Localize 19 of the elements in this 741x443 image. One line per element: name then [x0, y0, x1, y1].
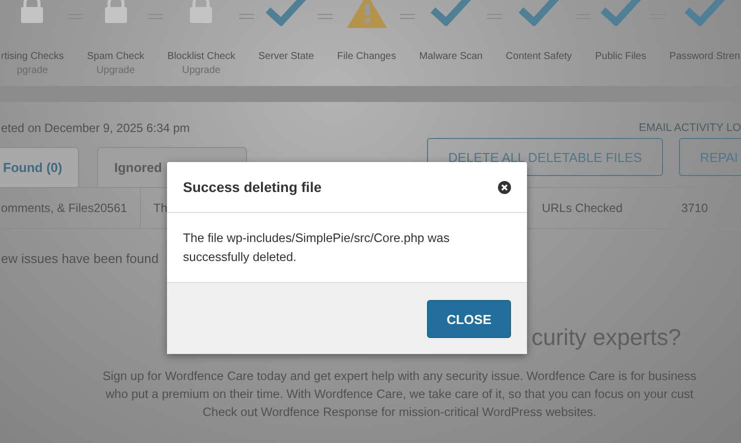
stat-cell-text: 3710 [681, 201, 709, 215]
stat-cell: omments, & Files20561 [1, 188, 142, 228]
notice-text: ew issues have been found [1, 251, 159, 266]
stage-label: Password Stren [669, 51, 740, 62]
promo-text-line: Sign up for Wordfence Care today and get expert help with any security issue. Wordfence Care is for business [102, 369, 696, 383]
stage-label: File Changes [337, 51, 396, 62]
scan-completed-text: eted on December 9, 2025 6:34 pm [1, 121, 190, 135]
stage-label: Malware Scan [419, 51, 483, 62]
dialog-message: The file wp-includes/SimplePie/src/Core.php was successfully deleted. [183, 230, 451, 266]
stage-label: Public Files [595, 51, 646, 62]
stat-cell-text: URLs Checked [542, 201, 624, 215]
stage-label: rtising Checks [1, 51, 64, 62]
stage-label: Server State [258, 51, 314, 62]
stage-label: Blocklist Check [167, 51, 236, 62]
stage-label: Content Safety [506, 51, 572, 62]
stat-cell-text: Th [152, 201, 168, 215]
promo-text-line: Check out Wordfence Response for mission-critical WordPress websites. [202, 405, 596, 419]
dialog-title: Success deleting file [183, 179, 322, 195]
stage-label: Spam Check [86, 51, 144, 62]
